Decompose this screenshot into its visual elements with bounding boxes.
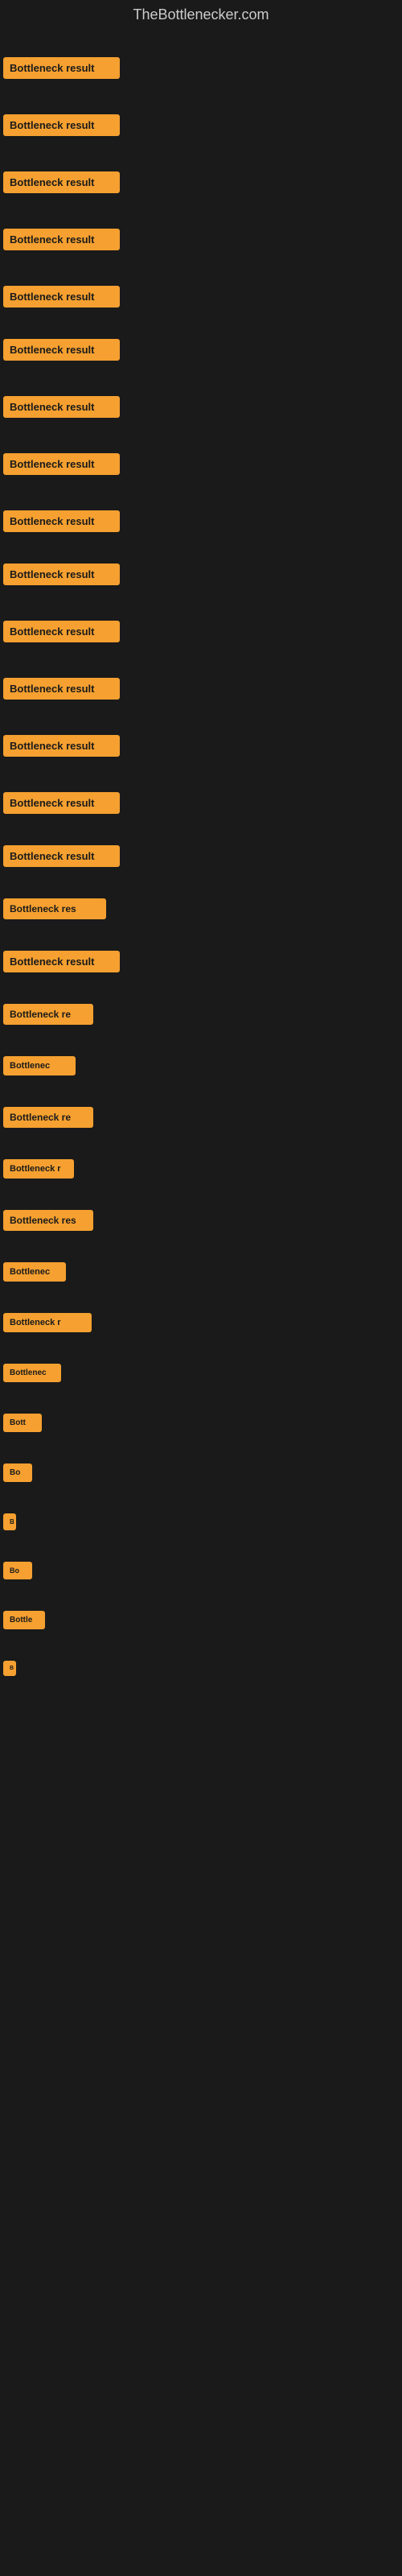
list-item: Bottle: [3, 1587, 399, 1637]
bottleneck-badge[interactable]: Bottleneck result: [3, 339, 120, 361]
bottleneck-badge[interactable]: Bottleneck res: [3, 1210, 93, 1231]
list-item: Bottleneck re: [3, 1083, 399, 1135]
bottleneck-badge[interactable]: Bottleneck re: [3, 1107, 93, 1128]
list-item: Bottleneck result: [3, 86, 399, 143]
list-item: Bottleneck result: [3, 368, 399, 425]
list-item: Bo: [3, 1538, 399, 1587]
bottleneck-badge[interactable]: Bo: [3, 1463, 32, 1482]
list-item: Bottleneck result: [3, 425, 399, 482]
bottleneck-badge[interactable]: Bottlenec: [3, 1056, 76, 1075]
list-item: Bottlenec: [3, 1340, 399, 1389]
site-title: TheBottlenecker.com: [0, 0, 402, 30]
bottleneck-badge[interactable]: B: [3, 1661, 16, 1676]
bottleneck-badge[interactable]: Bottleneck result: [3, 286, 120, 308]
list-item: Bottleneck result: [3, 539, 399, 592]
bottleneck-badge[interactable]: Bottleneck result: [3, 453, 120, 475]
list-item: Bottleneck result: [3, 707, 399, 764]
list-item: Bottlenec: [3, 1032, 399, 1083]
bottleneck-badge[interactable]: Bottleneck result: [3, 57, 120, 79]
bottleneck-badge[interactable]: Bottleneck result: [3, 678, 120, 700]
bottleneck-badge[interactable]: Bottlenec: [3, 1364, 61, 1382]
list-item: Bottleneck re: [3, 980, 399, 1032]
bottleneck-badge[interactable]: Bottleneck result: [3, 951, 120, 972]
bottleneck-badge[interactable]: Bottleneck result: [3, 510, 120, 532]
bottleneck-badge[interactable]: Bottleneck re: [3, 1004, 93, 1025]
bottleneck-badge[interactable]: Bottleneck result: [3, 735, 120, 757]
list-item: Bottleneck result: [3, 821, 399, 874]
list-item: Bottleneck result: [3, 650, 399, 707]
bottleneck-badge[interactable]: Bottleneck result: [3, 229, 120, 250]
list-item: B: [3, 1489, 399, 1538]
bottleneck-badge[interactable]: Bott: [3, 1414, 42, 1432]
list-item: Bottleneck r: [3, 1289, 399, 1340]
list-item: Bottleneck result: [3, 482, 399, 539]
bottleneck-badge[interactable]: Bottleneck r: [3, 1159, 74, 1179]
list-item: Bottleneck result: [3, 764, 399, 821]
bottleneck-badge[interactable]: Bottleneck result: [3, 564, 120, 585]
bottleneck-badge[interactable]: Bottleneck res: [3, 898, 106, 919]
bottleneck-list: Bottleneck result Bottleneck result Bottle…: [0, 30, 402, 1844]
list-item: Bottleneck result: [3, 258, 399, 315]
site-header: TheBottlenecker.com: [0, 0, 402, 30]
list-item: Bottleneck res: [3, 874, 399, 927]
list-item: Bottlenec: [3, 1238, 399, 1289]
list-item: Bott: [3, 1389, 399, 1439]
list-item: Bottleneck result: [3, 200, 399, 258]
list-item: Bottleneck r: [3, 1135, 399, 1186]
bottleneck-badge[interactable]: Bottleneck result: [3, 792, 120, 814]
list-item: B: [3, 1637, 399, 1683]
bottleneck-badge[interactable]: Bottlenec: [3, 1262, 66, 1282]
list-item: Bottleneck result: [3, 143, 399, 200]
bottleneck-badge[interactable]: B: [3, 1513, 16, 1530]
bottleneck-badge[interactable]: Bottleneck result: [3, 621, 120, 642]
list-item: Bo: [3, 1439, 399, 1489]
bottleneck-badge[interactable]: Bottleneck r: [3, 1313, 92, 1332]
list-item: Bottleneck res: [3, 1186, 399, 1238]
list-item: Bottleneck result: [3, 592, 399, 650]
list-item: Bottleneck result: [3, 33, 399, 86]
bottleneck-badge[interactable]: Bottleneck result: [3, 845, 120, 867]
list-item: Bottleneck result: [3, 927, 399, 980]
bottleneck-badge[interactable]: Bottleneck result: [3, 171, 120, 193]
bottleneck-badge[interactable]: Bottleneck result: [3, 396, 120, 418]
bottleneck-badge[interactable]: Bottleneck result: [3, 114, 120, 136]
bottleneck-badge[interactable]: Bo: [3, 1562, 32, 1579]
bottleneck-badge[interactable]: Bottle: [3, 1611, 45, 1629]
list-item: Bottleneck result: [3, 315, 399, 368]
